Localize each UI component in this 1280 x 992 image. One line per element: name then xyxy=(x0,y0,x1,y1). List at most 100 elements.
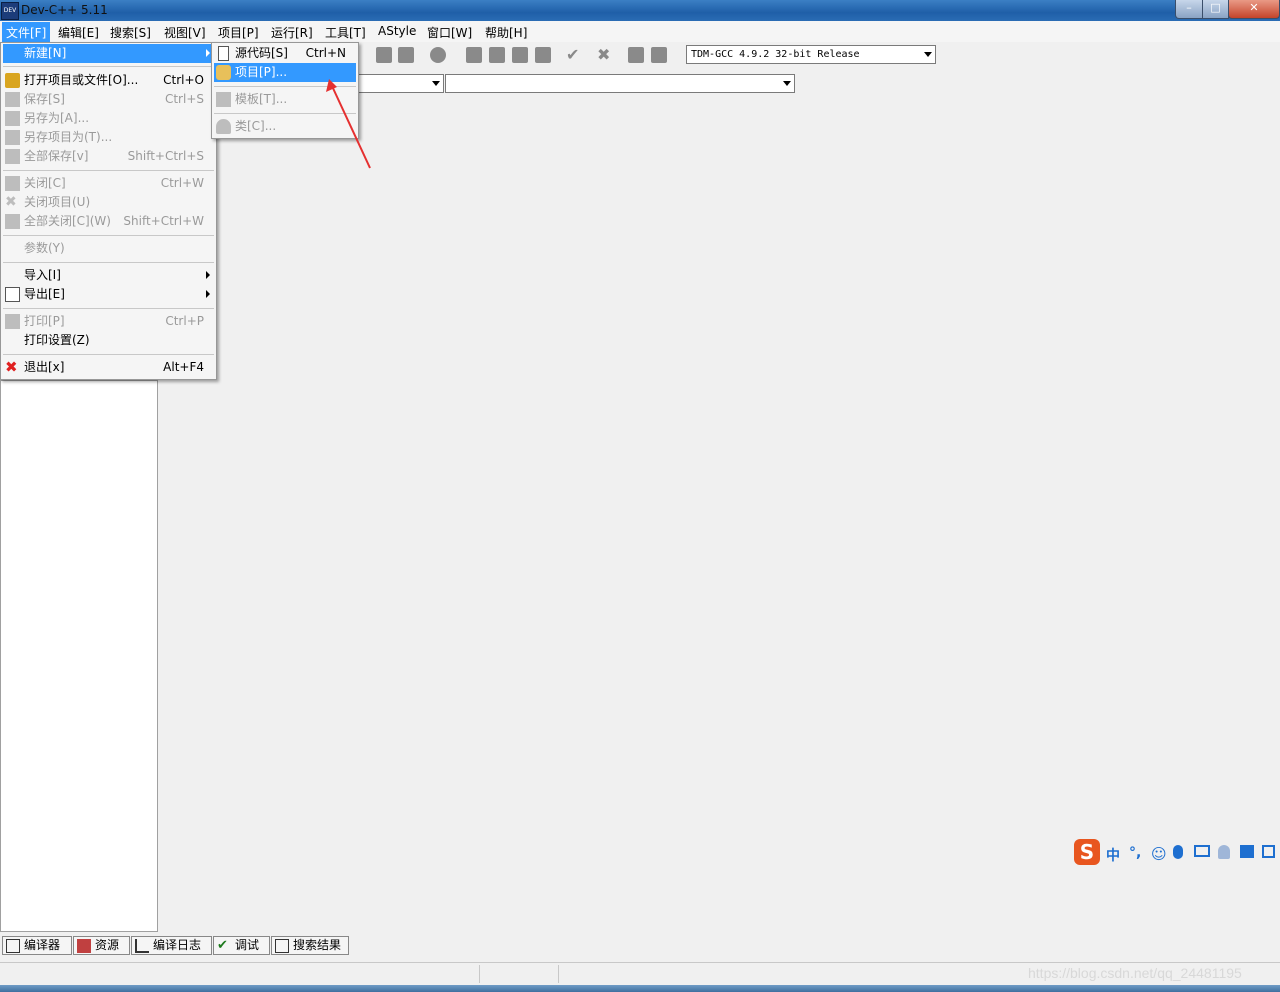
search-icon xyxy=(275,939,289,953)
compile-icon[interactable] xyxy=(489,47,505,63)
menu-separator xyxy=(3,308,214,309)
toggle-bookmark-icon[interactable] xyxy=(430,47,446,63)
source-file-icon xyxy=(218,46,229,61)
menu-view[interactable]: 视图[V] xyxy=(164,24,206,41)
printer-icon xyxy=(5,314,20,329)
menu-file[interactable]: 文件[F] xyxy=(2,22,51,44)
bar-chart-icon xyxy=(135,939,149,953)
tab-resources[interactable]: 资源 xyxy=(73,936,130,955)
menu-separator xyxy=(3,235,214,236)
chevron-down-icon xyxy=(432,81,440,86)
menu-bar: 文件[F] 编辑[E] 搜索[S] 视图[V] 项目[P] 运行[R] 工具[T… xyxy=(0,21,1280,44)
menu-item-close-all[interactable]: 全部关闭[C](W) Shift+Ctrl+W xyxy=(3,212,214,231)
menu-item-save[interactable]: 保存[S] Ctrl+S xyxy=(3,90,214,109)
open-folder-icon xyxy=(5,73,20,88)
indent-icon[interactable] xyxy=(376,47,392,63)
save-icon xyxy=(5,92,20,107)
window-title: Dev-C++ 5.11 xyxy=(21,3,108,17)
file-menu: 新建[N] 打开项目或文件[O]... Ctrl+O 保存[S] Ctrl+S … xyxy=(0,42,217,380)
menu-item-save-project-as[interactable]: 另存项目为(T)... xyxy=(3,128,214,147)
skin-icon[interactable] xyxy=(1240,845,1254,858)
menu-item-export[interactable]: 导出[E] xyxy=(3,285,214,304)
chevron-right-icon xyxy=(206,290,210,298)
status-separator xyxy=(558,965,559,983)
menu-item-parameters[interactable]: 参数(Y) xyxy=(3,239,214,258)
stop-icon[interactable]: ✖ xyxy=(597,47,613,63)
menu-item-import[interactable]: 导入[I] xyxy=(3,266,214,285)
ime-chinese-mode[interactable]: 中 xyxy=(1106,845,1120,865)
menu-item-print[interactable]: 打印[P] Ctrl+P xyxy=(3,312,214,331)
menu-separator xyxy=(3,66,214,67)
ime-punctuation[interactable]: °, xyxy=(1129,845,1141,861)
resources-icon xyxy=(77,939,91,953)
template-icon xyxy=(216,92,231,107)
chart-icon[interactable] xyxy=(628,47,644,63)
tab-compiler[interactable]: 编译器 xyxy=(2,936,72,955)
function-select[interactable] xyxy=(445,74,795,93)
arrow-head xyxy=(326,79,337,92)
class-icon xyxy=(216,119,231,134)
menu-separator xyxy=(3,170,214,171)
menu-astyle[interactable]: AStyle xyxy=(378,24,416,38)
menu-project[interactable]: 项目[P] xyxy=(218,24,259,41)
compiler-select-value: TDM-GCC 4.9.2 32-bit Release xyxy=(691,49,860,60)
exit-icon: ✖ xyxy=(5,358,18,376)
run-icon[interactable] xyxy=(512,47,528,63)
close-button[interactable]: ✕ xyxy=(1228,0,1280,19)
toolbox-icon[interactable] xyxy=(1262,845,1275,858)
save-project-icon xyxy=(5,130,20,145)
menu-item-open[interactable]: 打开项目或文件[O]... Ctrl+O xyxy=(3,71,214,90)
chevron-down-icon xyxy=(783,81,791,86)
profile-icon[interactable] xyxy=(651,47,667,63)
menu-window[interactable]: 窗口[W] xyxy=(427,24,472,41)
check-icon[interactable]: ✔ xyxy=(566,47,582,63)
close-project-icon: ✖ xyxy=(5,194,17,210)
tab-compile-log[interactable]: 编译日志 xyxy=(131,936,212,955)
menu-item-close[interactable]: 关闭[C] Ctrl+W xyxy=(3,174,214,193)
menu-help[interactable]: 帮助[H] xyxy=(485,24,527,41)
menu-separator xyxy=(3,354,214,355)
app-icon: DEV xyxy=(1,2,19,20)
emoji-icon[interactable]: ☺ xyxy=(1151,845,1167,863)
menu-edit[interactable]: 编辑[E] xyxy=(58,24,99,41)
close-file-icon xyxy=(5,176,20,191)
project-panel[interactable] xyxy=(0,380,158,932)
save-all-icon xyxy=(5,149,20,164)
tab-search-results[interactable]: 搜索结果 xyxy=(271,936,349,955)
export-icon xyxy=(5,287,20,302)
menu-item-print-setup[interactable]: 打印设置(Z) xyxy=(3,331,214,350)
tab-debug[interactable]: ✔ 调试 xyxy=(213,936,270,955)
menu-item-close-project[interactable]: ✖ 关闭项目(U) xyxy=(3,193,214,212)
maximize-button[interactable]: □ xyxy=(1202,0,1229,19)
compiler-grid-icon xyxy=(6,939,20,953)
unindent-icon[interactable] xyxy=(398,47,414,63)
keyboard-icon[interactable] xyxy=(1194,845,1210,857)
microphone-icon[interactable] xyxy=(1173,845,1183,859)
menu-separator xyxy=(3,262,214,263)
submenu-item-source-file[interactable]: 源代码[S] Ctrl+N xyxy=(214,44,356,63)
menu-item-exit[interactable]: ✖ 退出[x] Alt+F4 xyxy=(3,358,214,377)
arrow-line xyxy=(331,85,371,169)
annotation-arrow xyxy=(326,79,371,169)
menu-item-save-all[interactable]: 全部保存[v] Shift+Ctrl+S xyxy=(3,147,214,166)
close-all-icon xyxy=(5,214,20,229)
menu-tools[interactable]: 工具[T] xyxy=(325,24,366,41)
toolbar-main: ✔ ✖ TDM-GCC 4.9.2 32-bit Release xyxy=(360,44,1280,68)
grid-icon[interactable] xyxy=(466,47,482,63)
minimize-button[interactable]: – xyxy=(1175,0,1203,19)
check-icon: ✔ xyxy=(217,938,228,953)
chevron-down-icon xyxy=(924,52,932,57)
user-icon[interactable] xyxy=(1218,845,1230,859)
compiler-select[interactable]: TDM-GCC 4.9.2 32-bit Release xyxy=(686,45,936,64)
menu-run[interactable]: 运行[R] xyxy=(271,24,313,41)
menu-item-new[interactable]: 新建[N] xyxy=(3,44,214,63)
taskbar xyxy=(0,985,1280,992)
chevron-right-icon xyxy=(206,49,210,57)
status-separator xyxy=(479,965,480,983)
compile-run-icon[interactable] xyxy=(535,47,551,63)
project-icon xyxy=(216,65,231,80)
menu-item-save-as[interactable]: 另存为[A]... xyxy=(3,109,214,128)
bottom-tabs: 编译器 资源 编译日志 ✔ 调试 搜索结果 xyxy=(0,935,1280,957)
menu-search[interactable]: 搜索[S] xyxy=(110,24,151,41)
sogou-logo-icon[interactable]: S xyxy=(1074,839,1100,865)
